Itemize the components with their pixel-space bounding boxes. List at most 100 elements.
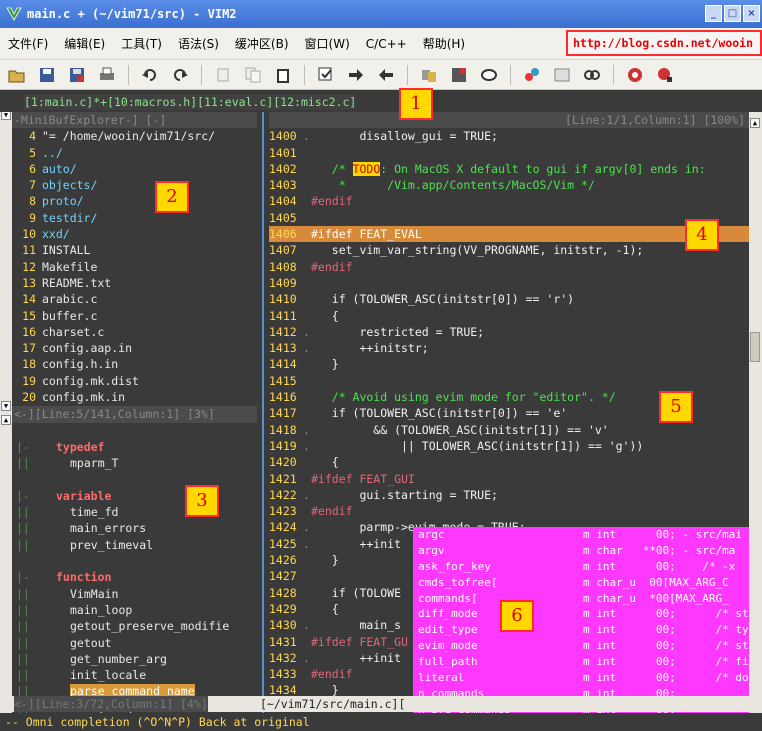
tag-section[interactable]: function [56,570,111,584]
close-button[interactable]: × [743,5,760,22]
explorer-row[interactable]: 18 config.h.in [12,356,257,372]
tag-section[interactable]: typedef [56,440,104,454]
taglist-row[interactable]: || VimMain [12,586,257,602]
code-line[interactable]: 1404 #endif [269,193,749,209]
menu-file[interactable]: 文件(F) [0,35,56,52]
explorer-entry[interactable]: config.mk.dist [42,374,139,388]
explorer-row[interactable]: 6 auto/ [12,161,257,177]
paste-icon[interactable] [272,64,294,86]
code-line[interactable]: 1413. ++initstr; [269,340,749,356]
code-line[interactable]: 1410 if (TOLOWER_ASC(initstr[0]) == 'r') [269,291,749,307]
undo-icon[interactable] [139,64,161,86]
help-icon[interactable] [624,64,646,86]
code-line[interactable]: 1414 } [269,356,749,372]
code-line[interactable]: 1409 [269,275,749,291]
scroll-up-icon[interactable]: ▲ [1,415,11,425]
code-line[interactable]: 1401 [269,145,749,161]
taglist-row[interactable]: || getout [12,635,257,651]
completion-item[interactable]: full_path m int 00; /* fil [413,654,749,670]
explorer-entry[interactable]: charset.c [42,325,104,339]
code-line[interactable]: 1406 #ifdef FEAT_EVAL [269,226,749,243]
completion-item[interactable]: edit_type m int 00; /* typ [413,622,749,638]
explorer-row[interactable]: 14 arabic.c [12,291,257,307]
code-line[interactable]: 1400. disallow_gui = TRUE; [269,128,749,144]
explorer-entry[interactable]: arabic.c [42,292,97,306]
taglist-row[interactable] [12,423,257,439]
menu-cpp[interactable]: C/C++ [358,37,415,51]
code-line[interactable]: 1419. || TOLOWER_ASC(initstr[1]) == 'g')… [269,438,749,454]
explorer-entry[interactable]: INSTALL [42,243,90,257]
find-help-icon[interactable] [654,64,676,86]
tag-entry[interactable]: main_errors [70,521,146,535]
completion-item[interactable]: argc m int 00; - src/mai [413,527,749,543]
explorer-entry[interactable]: README.txt [42,276,111,290]
explorer-entry[interactable]: config.mk.in [42,390,125,404]
scroll-down-icon[interactable]: ▼ [1,401,11,411]
tag-entry[interactable]: getout [70,636,112,650]
taglist-row[interactable]: |- typedef [12,439,257,455]
code-line[interactable]: 1412. restricted = TRUE; [269,324,749,340]
explorer-row[interactable]: 20 config.mk.in [12,389,257,405]
taglist-row[interactable]: || mparm_T [12,455,257,471]
code-line[interactable]: 1420 { [269,454,749,470]
open-icon[interactable] [6,64,28,86]
explorer-row[interactable]: 4 "= /home/wooin/vim71/src/ [12,128,257,144]
explorer-entry[interactable]: buffer.c [42,309,97,323]
explorer-entry[interactable]: objects/ [42,178,97,192]
tag-entry[interactable]: mparm_T [70,456,118,470]
explorer-entry[interactable]: proto/ [42,194,84,208]
code-line[interactable]: 1422. gui.starting = TRUE; [269,487,749,503]
menu-window[interactable]: 窗口(W) [297,35,358,52]
code-line[interactable]: 1423 #endif [269,503,749,519]
explorer-row[interactable]: 8 proto/ [12,193,257,209]
tag-entry[interactable]: VimMain [70,587,118,601]
taglist-row[interactable]: || get_number_arg [12,651,257,667]
explorer-row[interactable]: 7 objects/ [12,177,257,193]
completion-item[interactable]: ask_for_key m int 00; /* -x [413,559,749,575]
explorer-entry[interactable]: xxd/ [42,227,70,241]
taglist-row[interactable]: || init_locale [12,667,257,683]
explorer-row[interactable]: 10 xxd/ [12,226,257,242]
menu-help[interactable]: 帮助(H) [415,35,473,52]
explorer-row[interactable]: 13 README.txt [12,275,257,291]
code-line[interactable]: 1418. && (TOLOWER_ASC(initstr[1]) == 'v' [269,422,749,438]
scroll-up-icon[interactable]: ▲ [750,118,760,128]
code-line[interactable]: 1407 set_vim_var_string(VV_PROGNAME, ini… [269,242,749,258]
back-icon[interactable] [375,64,397,86]
taglist-row[interactable] [12,472,257,488]
tag-entry[interactable]: prev_timeval [70,538,153,552]
code-line[interactable]: 1408 #endif [269,259,749,275]
tags-icon[interactable] [581,64,603,86]
taglist-row[interactable]: |- function [12,569,257,585]
code-line[interactable]: 1421 #ifdef FEAT_GUI [269,471,749,487]
tag-entry[interactable]: main_loop [70,603,132,617]
menu-tools[interactable]: 工具(T) [113,35,170,52]
code-line[interactable]: 1411 { [269,308,749,324]
explorer-entry[interactable]: Makefile [42,260,97,274]
minimize-button[interactable]: _ [705,5,722,22]
copy-icon[interactable] [242,64,264,86]
explorer-entry[interactable]: config.h.in [42,357,118,371]
completion-item[interactable]: argv m char **00; - src/ma [413,543,749,559]
explorer-entry[interactable]: auto/ [42,162,77,176]
cut-icon[interactable] [212,64,234,86]
taglist-row[interactable]: || main_loop [12,602,257,618]
replace-icon[interactable] [315,64,337,86]
save-all-icon[interactable] [66,64,88,86]
code-line[interactable]: 1403 * /Vim.app/Contents/MacOS/Vim */ [269,177,749,193]
completion-item[interactable]: commands[m char_u *00[MAX_ARG_ [413,591,749,607]
explorer-entry[interactable]: testdir/ [42,211,97,225]
tag-entry[interactable]: time_fd [70,505,118,519]
completion-item[interactable]: cmds_tofree[m char_u 00[MAX_ARG_C [413,575,749,591]
explorer-row[interactable]: 11 INSTALL [12,242,257,258]
taglist-row[interactable]: |- variable [12,488,257,504]
taglist-row[interactable] [12,553,257,569]
tag-entry[interactable]: init_locale [70,668,146,682]
explorer-entry[interactable]: config.aap.in [42,341,132,355]
explorer-entry[interactable]: "= /home/wooin/vim71/src/ [42,129,215,143]
taglist-row[interactable]: || getout_preserve_modifie [12,618,257,634]
completion-item[interactable]: evim_mode m int 00; /* sta [413,638,749,654]
taglist-row[interactable]: || prev_timeval [12,537,257,553]
explorer-row[interactable]: 5 ../ [12,145,257,161]
omni-completion-popup[interactable]: argc m int 00; - src/mai argv m char **00; … [413,527,749,718]
